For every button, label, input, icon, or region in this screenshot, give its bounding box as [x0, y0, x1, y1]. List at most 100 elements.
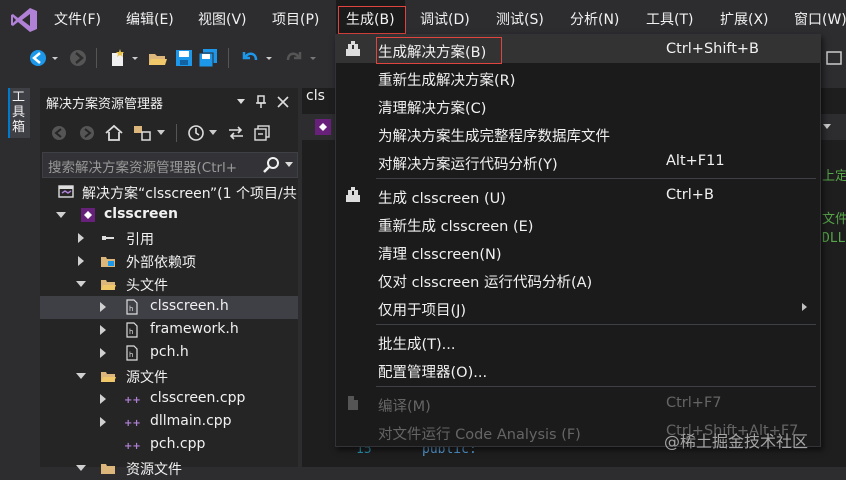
tree-item-label: pch.cpp: [150, 436, 206, 452]
menu-item-batch-build[interactable]: 批生成(T)...: [336, 327, 820, 355]
tree-item-external-deps[interactable]: 外部依赖项: [40, 250, 298, 273]
menu-separator: [376, 386, 816, 387]
collapsed-triangle-icon[interactable]: [78, 233, 84, 243]
tree-item-solution[interactable]: 解决方案“clsscreen”(1 个项目/共: [40, 181, 298, 204]
menu-item-run-code-analysis-project[interactable]: 仅对 clsscreen 运行代码分析(A): [336, 265, 820, 293]
editor-side-text: 上定: [822, 169, 846, 184]
folder-icon: [101, 464, 115, 474]
close-icon[interactable]: [276, 95, 290, 109]
open-folder-icon[interactable]: [148, 48, 168, 68]
back-icon[interactable]: [50, 124, 68, 142]
back-icon[interactable]: [28, 48, 48, 68]
chevron-down-icon[interactable]: [264, 48, 274, 68]
tree-item-clsscreen-cpp[interactable]: ++ clsscreen.cpp: [40, 388, 298, 411]
collapsed-triangle-icon[interactable]: [100, 348, 106, 358]
tree-item-resource-files[interactable]: 资源文件: [40, 457, 298, 480]
undo-icon[interactable]: [240, 48, 260, 68]
tree-item-header-files[interactable]: 头文件: [40, 273, 298, 296]
menu-item-compile[interactable]: 编译(M) Ctrl+F7: [336, 389, 820, 417]
toolbar-separator: [96, 48, 97, 68]
chevron-down-icon[interactable]: [50, 48, 60, 68]
visual-studio-logo-icon[interactable]: [10, 7, 38, 33]
pin-icon[interactable]: [254, 95, 268, 109]
home-icon[interactable]: [104, 123, 124, 143]
external-deps-icon: [101, 257, 115, 267]
menu-item-label: 重新生成 clsscreen (E): [378, 219, 534, 235]
tree-item-label: framework.h: [150, 321, 239, 337]
expanded-triangle-icon[interactable]: [76, 373, 86, 379]
tree-item-label: 资源文件: [126, 462, 182, 478]
menu-item-clean-project[interactable]: 清理 clsscreen(N): [336, 237, 820, 265]
chevron-down-icon[interactable]: [208, 129, 218, 137]
menu-item-rebuild-project[interactable]: 重新生成 clsscreen (E): [336, 209, 820, 237]
tree-item-dllmain-cpp[interactable]: ++ dllmain.cpp: [40, 411, 298, 434]
tree-item-framework-h[interactable]: h framework.h: [40, 319, 298, 342]
toolbox-label: 工具箱: [12, 90, 26, 135]
solution-explorer-toolbar: [40, 118, 298, 148]
menu-item-run-code-analysis-solution[interactable]: 对解决方案运行代码分析(Y) Alt+F11: [336, 147, 820, 175]
forward-icon[interactable]: [78, 124, 96, 142]
chevron-down-icon[interactable]: [130, 48, 140, 68]
menu-separator: [376, 178, 816, 179]
tree-item-label: 源文件: [126, 370, 168, 386]
collapsed-triangle-icon[interactable]: [100, 302, 106, 312]
tree-item-pch-h[interactable]: h pch.h: [40, 342, 298, 365]
collapsed-triangle-icon[interactable]: [100, 325, 106, 335]
svg-text:++: ++: [124, 395, 140, 406]
tree-item-pch-cpp[interactable]: ++ pch.cpp: [40, 434, 298, 457]
submenu-arrow-icon: [802, 303, 807, 311]
toolbar-separator: [228, 48, 229, 68]
chevron-down-icon[interactable]: [236, 98, 246, 106]
svg-text:h: h: [129, 351, 133, 359]
pending-changes-icon[interactable]: [186, 123, 206, 143]
chevron-down-icon[interactable]: [308, 48, 318, 68]
menu-item-label: 生成 clsscreen (U): [378, 191, 506, 207]
tree-item-label: dllmain.cpp: [150, 413, 232, 429]
tree-item-label: clsscreen.h: [150, 298, 229, 314]
switch-views-icon[interactable]: [132, 123, 154, 143]
collapsed-triangle-icon[interactable]: [100, 394, 106, 404]
tree-item-project[interactable]: clsscreen: [40, 204, 298, 227]
collapse-all-icon[interactable]: [252, 123, 272, 143]
menu-item-label: 批生成(T)...: [378, 337, 456, 353]
window-icon[interactable]: [824, 48, 844, 68]
tree-item-label: 引用: [126, 232, 154, 248]
sync-icon[interactable]: [226, 123, 246, 143]
menu-item-project-only[interactable]: 仅用于项目(J): [336, 293, 820, 321]
tree-item-clsscreen-h[interactable]: h clsscreen.h: [40, 296, 298, 319]
header-file-icon: h: [126, 345, 138, 361]
save-all-icon[interactable]: [198, 48, 218, 68]
chevron-down-icon[interactable]: [156, 129, 166, 137]
tree-item-label: 外部依赖项: [126, 255, 196, 271]
folder-icon: [101, 372, 116, 382]
chevron-down-icon[interactable]: [284, 161, 294, 169]
save-icon[interactable]: [174, 48, 194, 68]
menu-project[interactable]: 项目(P): [272, 0, 319, 40]
tree-item-references[interactable]: 引用: [40, 227, 298, 250]
redo-icon[interactable]: [284, 48, 304, 68]
menu-view[interactable]: 视图(V): [198, 0, 247, 40]
expanded-triangle-icon[interactable]: [76, 281, 86, 287]
chevron-down-icon[interactable]: [822, 123, 832, 131]
expanded-triangle-icon[interactable]: [76, 465, 86, 471]
collapsed-triangle-icon[interactable]: [78, 256, 84, 266]
menu-file[interactable]: 文件(F): [54, 0, 101, 40]
menu-item-rebuild-solution[interactable]: 重新生成解决方案(R): [336, 63, 820, 91]
tree-item-label: clsscreen: [104, 206, 178, 222]
folder-icon: [101, 280, 116, 290]
menu-item-configuration-manager[interactable]: 配置管理器(O)...: [336, 355, 820, 383]
menu-edit[interactable]: 编辑(E): [126, 0, 174, 40]
menu-item-label: 为解决方案生成完整程序数据库文件: [378, 129, 610, 145]
build-solution-icon: [346, 41, 360, 56]
menu-item-clean-solution[interactable]: 清理解决方案(C): [336, 91, 820, 119]
forward-icon[interactable]: [68, 48, 88, 68]
menu-item-label: 仅用于项目(J): [378, 303, 467, 319]
editor-tab[interactable]: cls: [306, 88, 336, 114]
expanded-triangle-icon[interactable]: [56, 212, 66, 218]
menu-item-build-project[interactable]: 生成 clsscreen (U) Ctrl+B: [336, 181, 820, 209]
tree-item-source-files[interactable]: 源文件: [40, 365, 298, 388]
collapsed-triangle-icon[interactable]: [100, 417, 106, 427]
search-icon[interactable]: [262, 156, 280, 174]
new-project-icon[interactable]: [108, 48, 128, 68]
menu-item-generate-pdb[interactable]: 为解决方案生成完整程序数据库文件: [336, 119, 820, 147]
